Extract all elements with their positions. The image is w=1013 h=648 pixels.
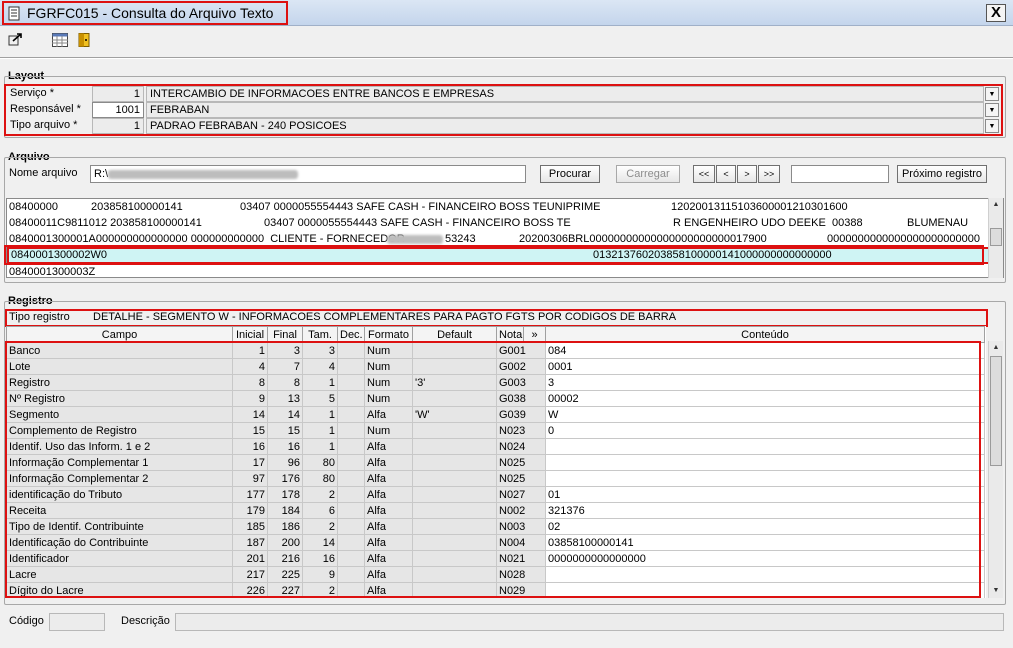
carregar-button[interactable]: Carregar <box>616 165 680 183</box>
nav-next-button[interactable]: > <box>737 165 757 183</box>
line-text: 08400000 <box>9 201 58 213</box>
responsavel-label: Responsável * <box>10 103 81 115</box>
nav-last-button[interactable]: >> <box>758 165 780 183</box>
tipo-arquivo-label: Tipo arquivo * <box>10 119 78 131</box>
descricao-field <box>175 613 1004 631</box>
scroll-up-icon[interactable]: ▲ <box>989 198 1003 212</box>
chevron-down-icon: ▼ <box>988 106 996 114</box>
selected-line-highlight <box>4 245 984 265</box>
title-bar: FGRFC015 - Consulta do Arquivo Texto X <box>0 0 1013 26</box>
window-title: FGRFC015 - Consulta do Arquivo Texto <box>27 5 274 21</box>
line-text: 03407 0000055554443 SAFE CASH - FINANCEI… <box>240 201 601 213</box>
tipo-arquivo-dropdown-button[interactable]: ▼ <box>985 119 999 133</box>
tipo-arquivo-description: PADRAO FEBRABAN - 240 POSICOES <box>146 118 984 134</box>
registro-search-input[interactable] <box>791 165 889 183</box>
scroll-up-icon[interactable]: ▲ <box>989 341 1003 355</box>
tipo-registro-value: DETALHE - SEGMENTO W - INFORMACOES COMPL… <box>93 311 677 323</box>
responsavel-dropdown-button[interactable]: ▼ <box>985 103 999 117</box>
proximo-registro-button[interactable]: Próximo registro <box>897 165 987 183</box>
responsavel-description: FEBRABAN <box>146 102 984 118</box>
nav-first-button[interactable]: << <box>693 165 715 183</box>
line-text: 12020013115103600001210301600 <box>671 201 848 213</box>
servico-label: Serviço * <box>10 87 55 99</box>
line-text: 0840001300003Z <box>9 266 96 278</box>
file-lines-scrollbar[interactable]: ▲ <box>988 198 1003 278</box>
scroll-down-icon[interactable]: ▼ <box>989 584 1003 598</box>
file-lines-list[interactable]: 08400000 203858100000141 03407 000005555… <box>6 198 1004 278</box>
line-text: 08400011C9811012 203858100000141 <box>9 217 202 229</box>
file-line[interactable]: 08400011C9811012 203858100000141 03407 0… <box>7 215 1003 231</box>
responsavel-code-field[interactable]: 1001 <box>92 102 144 118</box>
servico-dropdown-button[interactable]: ▼ <box>985 87 999 101</box>
file-line[interactable]: 0840001300003Z <box>7 264 1003 278</box>
codigo-field <box>49 613 105 631</box>
door-exit-icon[interactable] <box>76 33 92 47</box>
exit-arrow-icon[interactable] <box>8 33 24 47</box>
tipo-registro-label: Tipo registro <box>9 311 70 323</box>
scroll-thumb[interactable] <box>990 228 1002 246</box>
redacted-path <box>108 169 299 179</box>
line-text: 03407 0000055554443 SAFE CASH - FINANCEI… <box>264 217 571 229</box>
grid-rows-highlight <box>5 341 981 598</box>
grid-scrollbar[interactable]: ▲ ▼ <box>988 341 1003 598</box>
line-text: BLUMENAU <box>907 217 969 229</box>
line-text: R ENGENHEIRO UDO DEEKE <box>673 217 826 229</box>
chevron-down-icon: ▼ <box>988 122 996 130</box>
close-button[interactable]: X <box>986 4 1006 22</box>
grid-scroll-thumb[interactable] <box>990 356 1002 466</box>
toolbar-separator <box>0 57 1013 59</box>
chevron-down-icon: ▼ <box>988 90 996 98</box>
table-grid-icon[interactable] <box>52 33 68 47</box>
procurar-button[interactable]: Procurar <box>540 165 600 183</box>
servico-code-field[interactable]: 1 <box>92 86 144 102</box>
descricao-label: Descrição <box>121 615 170 627</box>
codigo-label: Código <box>9 615 44 627</box>
line-text: 00388 <box>832 217 863 229</box>
document-icon <box>8 6 20 20</box>
servico-description: INTERCAMBIO DE INFORMACOES ENTRE BANCOS … <box>146 86 984 102</box>
tipo-arquivo-code-field[interactable]: 1 <box>92 118 144 134</box>
nav-prev-button[interactable]: < <box>716 165 736 183</box>
line-text: 203858100000141 <box>91 201 183 213</box>
nome-arquivo-value: R:\ <box>94 168 109 180</box>
nome-arquivo-label: Nome arquivo <box>9 167 78 179</box>
nome-arquivo-input[interactable]: R:\ <box>90 165 526 183</box>
window-title-box: FGRFC015 - Consulta do Arquivo Texto <box>2 1 288 25</box>
file-line[interactable]: 08400000 203858100000141 03407 000005555… <box>7 199 1003 215</box>
